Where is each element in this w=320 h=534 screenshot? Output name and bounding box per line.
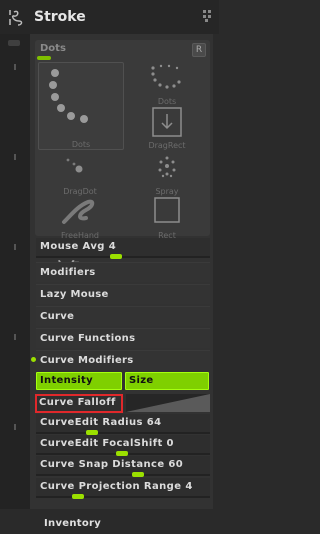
slider-label: Mouse Avg 4 bbox=[40, 241, 117, 252]
dots-stroke-icon bbox=[49, 69, 88, 123]
dragdot-icon bbox=[66, 158, 83, 173]
slider-label: CurveEdit FocalShift 0 bbox=[40, 438, 174, 449]
menu-curve[interactable]: Curve bbox=[36, 306, 210, 326]
button-label: Size bbox=[129, 375, 154, 386]
falloff-curve-preview[interactable] bbox=[126, 394, 210, 412]
stroke-tile-rect[interactable]: Rect bbox=[125, 196, 209, 240]
tile-label: DragDot bbox=[63, 187, 97, 196]
stroke-tile-dragdot[interactable]: DragDot bbox=[38, 152, 122, 196]
button-label: Intensity bbox=[40, 375, 93, 386]
menu-curve-functions[interactable]: Curve Functions bbox=[36, 328, 210, 348]
slider-label: CurveEdit Radius 64 bbox=[40, 417, 162, 428]
spray-icon bbox=[158, 156, 176, 178]
slider-track bbox=[36, 474, 210, 476]
curve-snap-distance-slider[interactable]: Curve Snap Distance 60 bbox=[36, 456, 210, 477]
strip-knob[interactable] bbox=[8, 40, 20, 46]
stroke-type-popup: Dots R Dots Dots DragRect DragDot Spray … bbox=[35, 40, 210, 240]
strip-divider bbox=[14, 424, 16, 430]
popup-indicator bbox=[37, 56, 51, 60]
strip-divider bbox=[14, 244, 16, 250]
stroke-tile-dots-alt[interactable]: Dots bbox=[125, 62, 209, 106]
popup-title: Dots bbox=[40, 43, 66, 54]
inventory-section-header[interactable]: Inventory bbox=[44, 518, 101, 529]
menu-lazy-mouse[interactable]: Lazy Mouse bbox=[36, 284, 210, 304]
menu-label: Modifiers bbox=[40, 267, 96, 278]
dragrect-icon bbox=[152, 107, 182, 137]
slider-thumb[interactable] bbox=[132, 472, 144, 477]
slider-track bbox=[36, 432, 210, 434]
freehand-icon bbox=[62, 199, 95, 224]
menu-label: Lazy Mouse bbox=[40, 289, 109, 300]
menu-label: Curve Functions bbox=[40, 333, 136, 344]
curveedit-focalshift-slider[interactable]: CurveEdit FocalShift 0 bbox=[36, 435, 210, 456]
tile-label: Dots bbox=[71, 140, 91, 149]
intensity-button[interactable]: Intensity bbox=[36, 372, 122, 390]
menu-label: Curve bbox=[40, 311, 75, 322]
palette-side-strip bbox=[0, 34, 30, 509]
strip-divider bbox=[14, 64, 16, 70]
rect-icon bbox=[154, 197, 180, 223]
slider-label: Curve Snap Distance 60 bbox=[40, 459, 184, 470]
strip-divider bbox=[14, 334, 16, 340]
pin-icon[interactable] bbox=[202, 8, 214, 22]
stroke-tile-freehand[interactable]: FreeHand bbox=[38, 196, 122, 240]
slider-thumb[interactable] bbox=[72, 494, 84, 499]
stroke-icon bbox=[7, 7, 29, 29]
curve-projection-range-slider[interactable]: Curve Projection Range 4 bbox=[36, 478, 210, 499]
stroke-tile-dragrect[interactable]: DragRect bbox=[125, 106, 209, 150]
tile-label: DragRect bbox=[148, 141, 186, 150]
dots-arc-icon bbox=[151, 64, 181, 89]
size-button[interactable]: Size bbox=[125, 372, 209, 390]
menu-label: Curve Modifiers bbox=[40, 355, 134, 366]
mouse-avg-slider[interactable]: Mouse Avg 4 bbox=[36, 238, 210, 259]
slider-label: Curve Projection Range 4 bbox=[40, 481, 193, 492]
stroke-palette-header[interactable]: Stroke bbox=[0, 0, 219, 34]
stroke-tile-spray[interactable]: Spray bbox=[125, 152, 209, 196]
curveedit-radius-slider[interactable]: CurveEdit Radius 64 bbox=[36, 414, 210, 435]
tile-label: Spray bbox=[155, 187, 179, 196]
menu-curve-modifiers[interactable]: Curve Modifiers bbox=[36, 350, 210, 370]
strip-divider bbox=[14, 154, 16, 160]
palette-title[interactable]: Stroke bbox=[34, 9, 86, 25]
slider-track bbox=[36, 496, 210, 498]
highlight-box bbox=[35, 394, 123, 413]
popup-r-button[interactable]: R bbox=[192, 43, 206, 57]
tile-label: Dots bbox=[157, 97, 177, 106]
stroke-tile-dots[interactable]: Dots bbox=[38, 62, 124, 150]
menu-modifiers[interactable]: Modifiers bbox=[36, 262, 210, 282]
